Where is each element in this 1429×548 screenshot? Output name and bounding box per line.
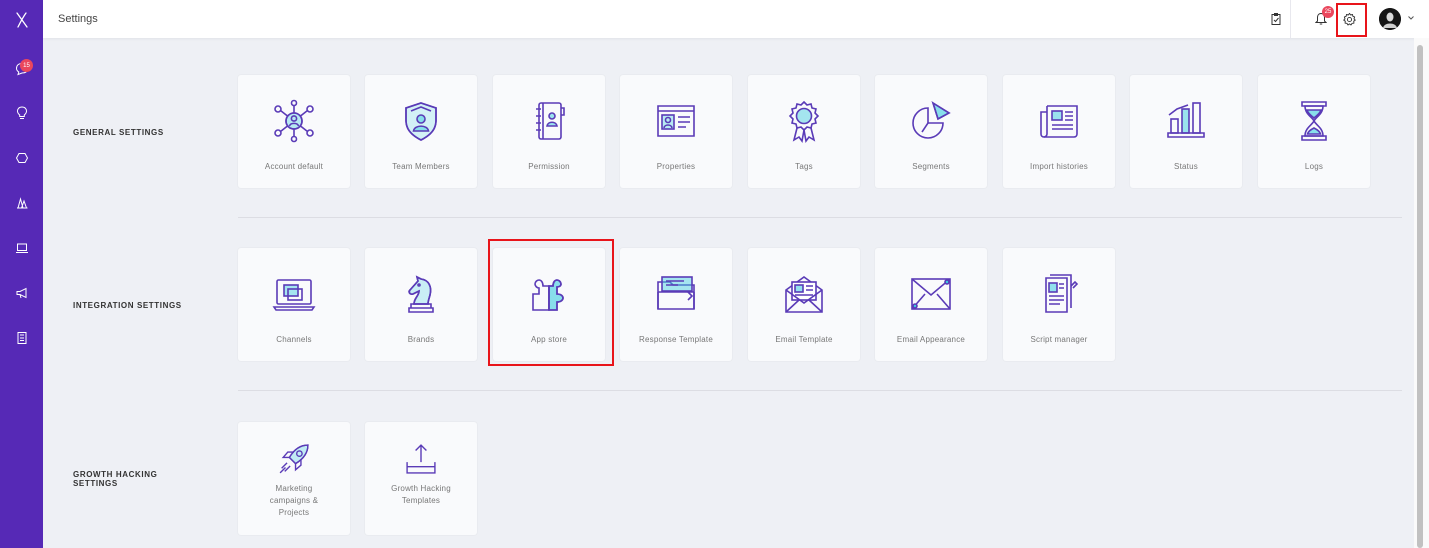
user-photo-icon — [1379, 8, 1401, 30]
settings-cog-icon — [15, 153, 28, 163]
sidebar-item-knowledge[interactable] — [0, 233, 43, 263]
section-divider — [238, 390, 1402, 391]
card-label: Tags — [795, 162, 813, 171]
chess-knight-icon — [408, 275, 434, 313]
settings-card-tags[interactable]: Tags — [748, 75, 860, 188]
hourglass-icon — [1301, 101, 1327, 141]
sidebar-item-growth[interactable] — [0, 98, 43, 128]
card-label: Email Appearance — [896, 335, 966, 344]
tasks-button[interactable] — [1260, 0, 1292, 38]
card-label: Permission — [528, 162, 570, 171]
card-label: Marketing campaigns & Projects — [269, 484, 319, 517]
users-icon — [16, 197, 27, 209]
open-envelope-icon — [785, 276, 823, 313]
bar-stats-icon — [1167, 102, 1205, 138]
pie-chart-icon — [912, 101, 951, 139]
sidebar: 15 — [0, 0, 43, 548]
section-divider — [238, 217, 1402, 218]
account-network-icon — [274, 99, 314, 143]
settings-card-email-template[interactable]: Email Template — [748, 248, 860, 361]
card-label: Email Template — [775, 335, 833, 344]
clipboard-check-icon — [1271, 13, 1281, 25]
logo[interactable] — [0, 8, 43, 32]
sidebar-item-engage[interactable] — [0, 143, 43, 173]
settings-card-team-members[interactable]: Team Members — [365, 75, 477, 188]
laptop-icon — [15, 243, 28, 253]
sidebar-item-insights[interactable] — [0, 323, 43, 353]
megaphone-icon — [16, 287, 26, 299]
card-label: Status — [1174, 162, 1198, 171]
settings-card-response-template[interactable]: Response Template — [620, 248, 732, 361]
settings-card-logs[interactable]: Logs — [1258, 75, 1370, 188]
page-title: Settings — [58, 13, 98, 25]
sidebar-item-campaigns[interactable] — [0, 278, 43, 308]
card-label: Brands — [407, 335, 435, 344]
chevron-down-icon[interactable] — [1407, 14, 1415, 22]
settings-card-email-appearance[interactable]: Email Appearance — [875, 248, 987, 361]
settings-card-marketing-campaigns[interactable]: Marketing campaigns & Projects — [238, 422, 350, 535]
award-ribbon-icon — [788, 100, 820, 143]
envelope-icon — [911, 278, 951, 310]
card-label: Response Template — [639, 335, 713, 344]
card-label: Segments — [912, 162, 950, 171]
calculator-icon — [17, 332, 26, 344]
top-header: Settings 25 — [43, 0, 1429, 38]
settings-card-segments[interactable]: Segments — [875, 75, 987, 188]
section-title-growth-hacking: Growth Hacking Settings — [73, 470, 158, 488]
logo-icon — [15, 12, 28, 28]
id-card-icon — [657, 105, 695, 137]
card-label: Import histories — [1030, 162, 1088, 171]
card-label: Properties — [656, 162, 696, 171]
card-label: Script manager — [1030, 335, 1088, 344]
shield-user-icon — [405, 102, 437, 141]
settings-card-growth-hacking-templates[interactable]: Growth Hacking Templates — [365, 422, 477, 535]
section-title-general: General Settings — [73, 128, 164, 137]
document-script-icon — [1045, 274, 1079, 313]
settings-card-app-store[interactable]: App store — [493, 248, 605, 361]
card-label: Channels — [276, 335, 312, 344]
contact-book-icon — [536, 102, 565, 140]
avatar[interactable] — [1379, 8, 1401, 30]
settings-card-properties[interactable]: Properties — [620, 75, 732, 188]
card-label: Growth Hacking Templates — [391, 484, 451, 505]
settings-card-brands[interactable]: Brands — [365, 248, 477, 361]
sidebar-item-contacts[interactable] — [0, 188, 43, 218]
settings-card-permission[interactable]: Permission — [493, 75, 605, 188]
gear-icon — [1342, 12, 1356, 25]
rocket-icon — [279, 444, 309, 474]
card-label: Logs — [1304, 162, 1324, 171]
upload-tray-icon — [406, 444, 436, 474]
scrollbar-thumb[interactable] — [1417, 45, 1423, 548]
settings-card-channels[interactable]: Channels — [238, 248, 350, 361]
inbox-badge: 15 — [20, 59, 33, 72]
card-label: Team Members — [392, 162, 450, 171]
settings-card-script-manager[interactable]: Script manager — [1003, 248, 1115, 361]
sidebar-item-inbox[interactable]: 15 — [0, 54, 43, 84]
card-label: App store — [530, 335, 568, 344]
section-title-integration: Integration Settings — [73, 301, 182, 310]
newspaper-icon — [1040, 105, 1078, 138]
folder-files-icon — [657, 276, 695, 310]
settings-button[interactable] — [1333, 0, 1365, 38]
settings-card-import-histories[interactable]: Import histories — [1003, 75, 1115, 188]
monitor-windows-icon — [272, 279, 316, 311]
settings-card-account-default[interactable]: Account default — [238, 75, 350, 188]
card-label: Account default — [264, 162, 324, 171]
puzzle-icon — [532, 279, 564, 311]
settings-card-status[interactable]: Status — [1130, 75, 1242, 188]
lightbulb-icon — [16, 106, 27, 119]
